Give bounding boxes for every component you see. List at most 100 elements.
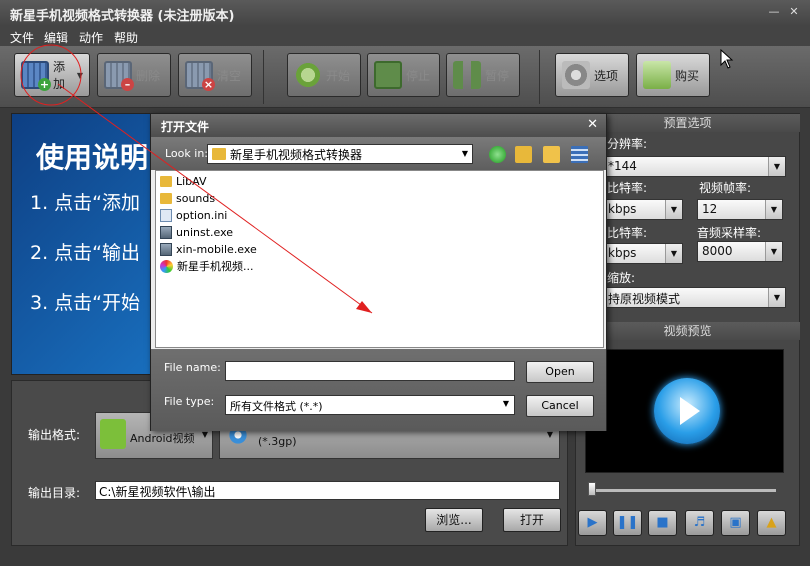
audio-bitrate-label: 比特率:: [607, 226, 648, 240]
chevron-down-icon: ▼: [665, 244, 682, 263]
minimize-icon[interactable]: —: [766, 4, 782, 20]
cancel-button[interactable]: Cancel: [526, 395, 594, 417]
android-icon: [100, 419, 126, 449]
app-icon: [160, 259, 173, 273]
menu-help[interactable]: 帮助: [114, 29, 138, 46]
cart-icon: [643, 61, 671, 89]
file-name: xin-mobile.exe: [176, 242, 257, 256]
stop-button-label: 停止: [406, 68, 431, 83]
menu-action[interactable]: 动作: [79, 29, 103, 46]
options-button-label: 选项: [594, 68, 619, 83]
executable-icon: [160, 242, 172, 256]
look-in-value: 新星手机视频格式转换器: [230, 148, 363, 162]
list-item[interactable]: sounds: [160, 190, 215, 206]
file-name: option.ini: [176, 208, 228, 222]
menu-edit[interactable]: 编辑: [44, 29, 68, 46]
chevron-down-icon: ▼: [768, 157, 785, 176]
options-button[interactable]: 选项: [555, 53, 629, 97]
film-clear-icon: ×: [185, 61, 215, 91]
view-menu-icon[interactable]: [571, 146, 588, 163]
stop-button[interactable]: 停止: [367, 53, 440, 97]
file-list[interactable]: LibAV sounds option.ini uninst.exe xin-m…: [155, 170, 604, 348]
resolution-label: 分辨率:: [607, 137, 648, 151]
snapshot-button[interactable]: ▣: [721, 510, 750, 536]
play-button[interactable]: ▶: [578, 510, 607, 536]
play-icon[interactable]: [654, 378, 720, 444]
preview-title: 视频预览: [575, 322, 800, 340]
start-button-label: 开始: [326, 68, 351, 83]
clear-button[interactable]: × 清空: [178, 53, 252, 97]
dialog-title: 打开文件 ✕: [151, 114, 606, 137]
stop-icon: [374, 61, 402, 89]
framerate-select[interactable]: 12 ▼: [697, 199, 783, 220]
samplerate-value: 8000: [702, 244, 733, 258]
framerate-value: 12: [702, 202, 718, 216]
list-item[interactable]: uninst.exe: [160, 224, 233, 240]
look-in-label: Look in:: [165, 147, 208, 160]
stop-preview-button[interactable]: ■: [648, 510, 677, 536]
presets-title: 预置选项: [575, 114, 800, 132]
samplerate-label: 音频采样率:: [697, 226, 762, 240]
volume-button[interactable]: ♬: [685, 510, 714, 536]
instruction-step-2: 2. 点击“输出: [30, 242, 141, 264]
pause-button[interactable]: 暂停: [446, 53, 520, 97]
browse-button[interactable]: 浏览...: [425, 508, 483, 532]
look-in-select[interactable]: 新星手机视频格式转换器 ▼: [207, 144, 473, 164]
zoom-label: 缩放:: [607, 271, 636, 285]
add-button[interactable]: + 添加 ▼: [14, 53, 90, 97]
zoom-select[interactable]: 持原视频模式 ▼: [603, 287, 786, 308]
buy-button-label: 购买: [675, 68, 700, 83]
mouse-cursor-icon: [720, 49, 734, 69]
file-name: LibAV: [176, 174, 207, 188]
resolution-select[interactable]: *144 ▼: [603, 156, 786, 177]
folder-icon: [160, 192, 172, 204]
add-button-label: 添加: [53, 60, 66, 91]
list-item[interactable]: xin-mobile.exe: [160, 241, 257, 257]
open-button[interactable]: Open: [526, 361, 594, 383]
video-bitrate-label: 比特率:: [607, 181, 648, 195]
chevron-down-icon: ▼: [546, 430, 553, 439]
chevron-down-icon: ▼: [502, 399, 509, 408]
chevron-down-icon[interactable]: ▼: [77, 71, 83, 80]
audio-bitrate-select[interactable]: kbps ▼: [603, 243, 683, 264]
folder-button[interactable]: ▲: [757, 510, 786, 536]
output-dir-input[interactable]: C:\新星视频软件\输出: [95, 481, 560, 500]
file-type-label: File type:: [164, 395, 215, 408]
pause-button-label: 暂停: [485, 68, 510, 83]
file-name-input[interactable]: [225, 361, 515, 381]
file-type-select[interactable]: 所有文件格式 (*.*) ▼: [225, 395, 515, 415]
start-button[interactable]: 开始: [287, 53, 361, 97]
chevron-down-icon: ▼: [201, 430, 208, 439]
back-icon[interactable]: [489, 146, 506, 163]
clear-button-label: 清空: [217, 68, 242, 83]
list-item[interactable]: 新星手机视频...: [160, 258, 254, 274]
list-item[interactable]: option.ini: [160, 207, 227, 223]
open-folder-button[interactable]: 打开: [503, 508, 561, 532]
close-icon[interactable]: ✕: [587, 117, 598, 132]
menu-file[interactable]: 文件: [10, 29, 34, 46]
pause-preview-button[interactable]: ❚❚: [613, 510, 642, 536]
framerate-label: 视频帧率:: [699, 181, 752, 195]
video-bitrate-select[interactable]: kbps ▼: [603, 199, 683, 220]
dialog-footer: File name: File type: 所有文件格式 (*.*) ▼ Ope…: [151, 349, 606, 431]
samplerate-select[interactable]: 8000 ▼: [697, 241, 783, 262]
delete-button[interactable]: – 删除: [97, 53, 171, 97]
close-icon[interactable]: ✕: [786, 4, 802, 20]
file-type-value: 所有文件格式 (*.*): [230, 400, 323, 413]
new-folder-icon[interactable]: [543, 146, 560, 163]
look-in-bar: Look in: 新星手机视频格式转换器 ▼: [151, 137, 606, 170]
device-value: Android视频: [130, 432, 195, 445]
audio-bitrate-value: kbps: [608, 246, 637, 260]
file-name: sounds: [176, 191, 216, 205]
file-name: 新星手机视频...: [177, 260, 254, 273]
buy-button[interactable]: 购买: [636, 53, 710, 97]
chevron-down-icon: ▼: [765, 242, 782, 261]
list-item[interactable]: LibAV: [160, 173, 207, 189]
seek-slider-thumb[interactable]: [588, 482, 596, 496]
file-name-label: File name:: [164, 361, 221, 374]
file-name: uninst.exe: [176, 225, 234, 239]
seek-slider-track[interactable]: [590, 489, 776, 492]
zoom-value: 持原视频模式: [608, 292, 681, 306]
up-folder-icon[interactable]: [515, 146, 532, 163]
pause-icon: [453, 61, 481, 89]
